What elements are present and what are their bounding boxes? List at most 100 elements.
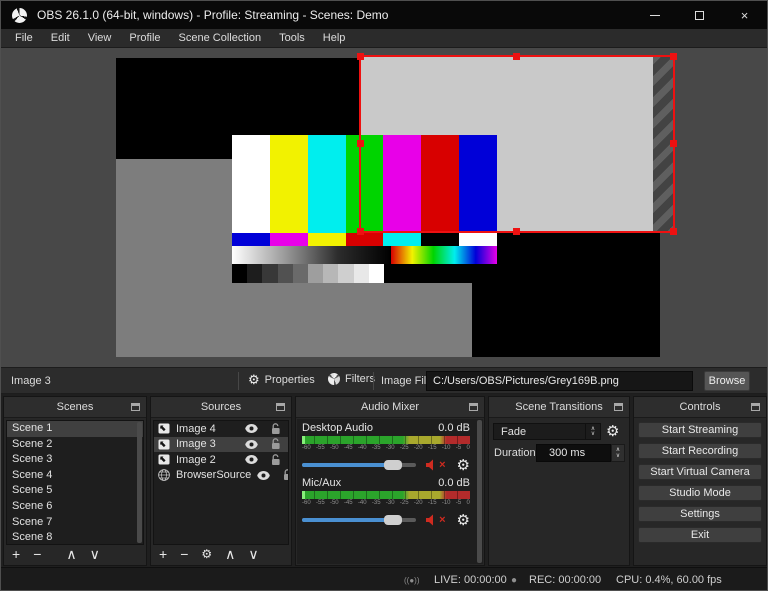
scene-list-item[interactable]: Scene 6 xyxy=(7,499,143,515)
transform-handle-top-right[interactable] xyxy=(670,53,677,60)
menu-item-file[interactable]: File xyxy=(6,32,42,44)
meter-tick-label: -5 xyxy=(455,445,462,451)
lock-icon[interactable] xyxy=(271,438,281,450)
scene-list-item[interactable]: Scene 3 xyxy=(7,452,143,468)
scene-list-item[interactable]: Scene 4 xyxy=(7,468,143,484)
grayscale-gradient-strip xyxy=(232,246,391,264)
scenes-scrollbar[interactable] xyxy=(137,422,142,543)
visibility-eye-icon[interactable] xyxy=(245,439,258,449)
source-properties-button[interactable]: ⚙ xyxy=(201,548,212,560)
panel-dock-icon[interactable] xyxy=(131,403,140,411)
preview-canvas[interactable] xyxy=(1,48,767,367)
scene-list-item[interactable]: Scene 1 xyxy=(7,421,143,437)
slider-handle[interactable] xyxy=(384,515,403,525)
scene-list-item[interactable]: Scene 7 xyxy=(7,515,143,531)
studio-mode-button[interactable]: Studio Mode xyxy=(638,485,762,501)
move-scene-up-button[interactable]: ∧ xyxy=(66,547,76,561)
panel-dock-icon[interactable] xyxy=(276,403,285,411)
lock-icon[interactable] xyxy=(271,453,281,466)
sources-panel-header[interactable]: Sources xyxy=(151,397,291,418)
panel-dock-icon[interactable] xyxy=(614,403,623,411)
audio-mixer-panel-header[interactable]: Audio Mixer xyxy=(296,397,484,418)
controls-panel-header[interactable]: Controls xyxy=(634,397,766,418)
menu-item-scene-collection[interactable]: Scene Collection xyxy=(170,32,271,44)
remove-source-button[interactable]: − xyxy=(180,547,188,561)
visibility-eye-icon[interactable] xyxy=(245,424,258,434)
mixer-scrollbar[interactable] xyxy=(477,420,482,563)
spin-down-icon[interactable]: ∨ xyxy=(616,453,620,459)
properties-button[interactable]: ⚙ Properties xyxy=(248,373,315,386)
start-streaming-button[interactable]: Start Streaming xyxy=(638,422,762,438)
visibility-eye-icon[interactable] xyxy=(245,455,258,465)
browse-button[interactable]: Browse xyxy=(704,371,750,391)
menu-item-profile[interactable]: Profile xyxy=(120,32,169,44)
volume-slider[interactable] xyxy=(302,460,417,470)
filters-button[interactable]: Filters xyxy=(328,373,375,385)
minimize-button[interactable] xyxy=(632,1,677,29)
settings-button[interactable]: Settings xyxy=(638,506,762,522)
volume-slider-row: × ⚙ xyxy=(302,513,470,528)
exit-button[interactable]: Exit xyxy=(638,527,762,543)
lock-icon[interactable] xyxy=(271,422,281,435)
channel-gear-icon[interactable]: ⚙ xyxy=(457,513,470,528)
mute-x-icon: × xyxy=(439,458,446,471)
lock-icon[interactable] xyxy=(283,469,288,481)
live-broadcast-icon: ((●)) xyxy=(404,576,420,585)
volume-slider[interactable] xyxy=(302,515,417,525)
start-virtual-camera-button[interactable]: Start Virtual Camera xyxy=(638,464,762,480)
audio-mixer-body: Desktop Audio 0.0 dB -60 -55 -50 -45 -40 -35-… xyxy=(297,419,483,564)
gray-step xyxy=(232,264,248,283)
close-button[interactable]: × xyxy=(722,1,767,29)
source-rect-black-bottom-right[interactable] xyxy=(472,233,660,357)
transition-gear-icon[interactable]: ⚙ xyxy=(606,422,619,440)
panel-dock-icon[interactable] xyxy=(751,403,760,411)
menu-item-tools[interactable]: Tools xyxy=(270,32,314,44)
add-source-button[interactable]: + xyxy=(159,547,167,561)
selection-bounding-box[interactable] xyxy=(357,53,677,235)
meter-tick-label: -40 xyxy=(357,500,367,506)
source-list-item[interactable]: Image 4 xyxy=(154,421,288,437)
transform-handle-middle-right[interactable] xyxy=(670,140,677,147)
source-list-item[interactable]: Image 2 xyxy=(154,452,288,468)
move-source-down-button[interactable]: ∨ xyxy=(248,547,258,561)
cpu-fps-stats: CPU: 0.4%, 60.00 fps xyxy=(616,574,722,586)
transform-handle-bottom-right[interactable] xyxy=(670,228,677,235)
menu-item-view[interactable]: View xyxy=(79,32,121,44)
meter-tick-label: -20 xyxy=(413,500,423,506)
menu-item-edit[interactable]: Edit xyxy=(42,32,79,44)
add-scene-button[interactable]: + xyxy=(12,547,20,561)
transform-handle-top-center[interactable] xyxy=(513,53,520,60)
meter-tick-label: -50 xyxy=(329,500,339,506)
duration-spinbox[interactable]: 300 ms xyxy=(536,444,611,462)
maximize-button[interactable] xyxy=(677,1,722,29)
duration-spin-arrows[interactable]: ∧ ∨ xyxy=(611,444,625,462)
source-list-item[interactable]: BrowserSource xyxy=(154,468,288,484)
transition-select[interactable]: Fade ∧ ∨ xyxy=(493,423,601,440)
move-scene-down-button[interactable]: ∨ xyxy=(90,547,100,561)
channel-gear-icon[interactable]: ⚙ xyxy=(457,458,470,473)
mute-speaker-icon[interactable] xyxy=(425,459,438,471)
mute-speaker-icon[interactable] xyxy=(425,514,438,526)
scenes-toolbar: + − ∧ ∨ xyxy=(12,545,100,563)
panel-dock-icon[interactable] xyxy=(469,403,478,411)
scene-transitions-panel-header[interactable]: Scene Transitions xyxy=(489,397,629,418)
move-source-up-button[interactable]: ∧ xyxy=(225,547,235,561)
scene-list-item[interactable]: Scene 2 xyxy=(7,437,143,453)
scene-list-item[interactable]: Scene 8 xyxy=(7,530,143,544)
scene-list-item[interactable]: Scene 5 xyxy=(7,483,143,499)
source-list-item[interactable]: Image 3 xyxy=(154,436,288,452)
controls-panel-title: Controls xyxy=(679,401,721,413)
transform-handle-bottom-left[interactable] xyxy=(357,228,364,235)
visibility-eye-icon[interactable] xyxy=(257,470,271,480)
image-file-input[interactable] xyxy=(426,371,693,391)
meter-tick-label: -30 xyxy=(385,445,395,451)
remove-scene-button[interactable]: − xyxy=(33,547,41,561)
transform-handle-bottom-center[interactable] xyxy=(513,228,520,235)
scenes-list: Scene 1 Scene 2 Scene 3 Scene 4 Scene 5 Scene… xyxy=(6,420,144,545)
transform-handle-middle-left[interactable] xyxy=(357,140,364,147)
transform-handle-top-left[interactable] xyxy=(357,53,364,60)
scenes-panel-header[interactable]: Scenes xyxy=(4,397,146,418)
start-recording-button[interactable]: Start Recording xyxy=(638,443,762,459)
slider-handle[interactable] xyxy=(384,460,403,470)
menu-item-help[interactable]: Help xyxy=(314,32,355,44)
